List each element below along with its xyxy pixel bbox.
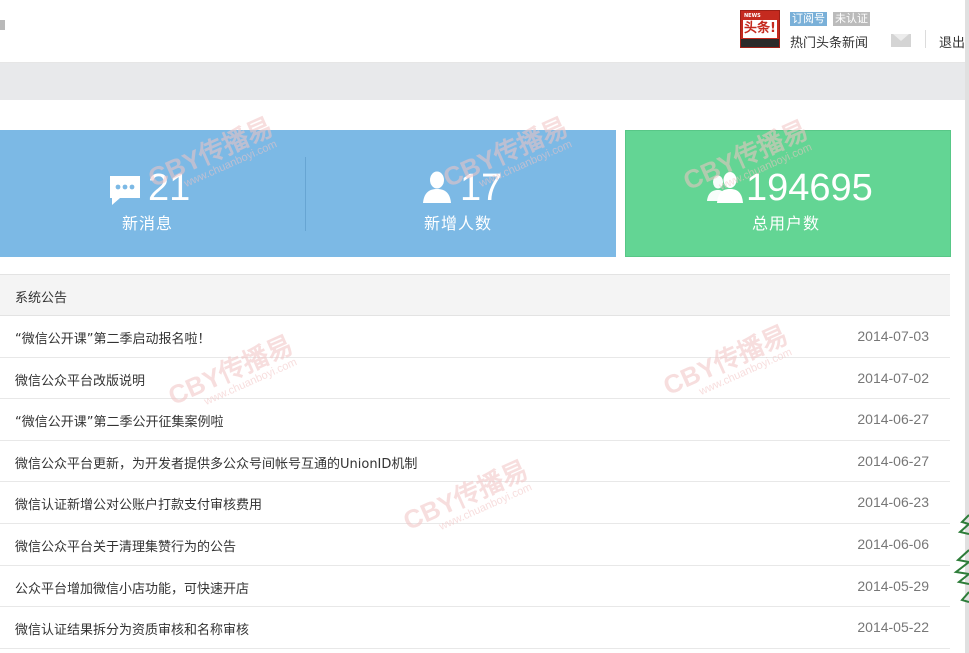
new-messages-count: 21: [148, 167, 191, 209]
notice-row[interactable]: 微信认证结果拆分为资质审核和名称审核 2014-05-22: [0, 607, 950, 649]
notice-title[interactable]: 微信认证结果拆分为资质审核和名称审核: [15, 619, 249, 638]
pine-branch-decoration: [953, 514, 969, 603]
stat-total-users[interactable]: 194695 总用户数: [706, 168, 906, 238]
total-users-label: 总用户数: [752, 214, 821, 233]
divider: [925, 30, 926, 48]
notice-date: 2014-06-27: [857, 411, 929, 428]
notice-list: “微信公开课”第二季启动报名啦！ 2014-07-03 微信公众平台改版说明 2…: [0, 316, 950, 649]
notice-row[interactable]: “微信公开课”第二季公开征集案例啦 2014-06-27: [0, 399, 950, 441]
stat-new-users[interactable]: 17 新增人数: [420, 168, 540, 238]
notice-date: 2014-06-23: [857, 494, 929, 511]
notice-row[interactable]: 微信公众平台改版说明 2014-07-02: [0, 358, 950, 400]
subscription-badge: 订阅号: [790, 12, 827, 26]
page-header-band: [0, 63, 965, 100]
notice-date: 2014-07-02: [857, 369, 929, 386]
notice-title[interactable]: 微信认证新增公对公账户打款支付审核费用: [15, 494, 262, 513]
verification-badge[interactable]: 未认证: [833, 12, 870, 26]
notice-date: 2014-05-22: [857, 619, 929, 636]
notice-row[interactable]: 公众平台增加微信小店功能，可快速开店 2014-05-29: [0, 566, 950, 608]
avatar-footer-strip: [741, 39, 779, 47]
notice-title[interactable]: “微信公开课”第二季启动报名啦！: [15, 328, 210, 347]
avatar-main-text: 头条!: [743, 20, 777, 38]
notice-row[interactable]: 微信认证新增公对公账户打款支付审核费用 2014-06-23: [0, 482, 950, 524]
notice-date: 2014-06-06: [857, 535, 929, 552]
mail-icon[interactable]: [891, 34, 911, 47]
logout-link[interactable]: 退出: [939, 32, 965, 51]
total-users-count: 194695: [746, 167, 873, 209]
account-avatar[interactable]: NEWS 头条!: [740, 10, 780, 48]
notice-row[interactable]: 微信公众平台更新，为开发者提供多公众号间帐号互通的UnionID机制 2014-…: [0, 441, 950, 483]
notice-title[interactable]: 微信公众平台改版说明: [15, 370, 145, 389]
system-notice-title: 系统公告: [15, 291, 68, 306]
stat-new-messages[interactable]: 21 新消息: [108, 168, 228, 238]
message-bubble-icon: [110, 176, 140, 205]
user-icon: [423, 171, 451, 203]
new-users-count: 17: [460, 167, 503, 209]
notice-title[interactable]: 公众平台增加微信小店功能，可快速开店: [15, 578, 249, 597]
notice-title[interactable]: 微信公众平台关于清理集赞行为的公告: [15, 536, 236, 555]
stats-divider: [305, 157, 306, 231]
notice-row[interactable]: “微信公开课”第二季启动报名啦！ 2014-07-03: [0, 316, 950, 358]
avatar-top-text: NEWS: [744, 13, 761, 19]
notice-title[interactable]: “微信公开课”第二季公开征集案例啦: [15, 411, 223, 430]
new-messages-label: 新消息: [122, 214, 174, 233]
notice-date: 2014-06-27: [857, 452, 929, 469]
notice-date: 2014-05-29: [857, 577, 929, 594]
account-name[interactable]: 热门头条新闻: [790, 32, 868, 51]
notice-date: 2014-07-03: [857, 328, 929, 344]
top-bar: NEWS 头条! 订阅号 未认证 热门头条新闻 退出: [0, 0, 969, 63]
collapse-arrow-icon[interactable]: [0, 20, 5, 30]
notice-title[interactable]: 微信公众平台更新，为开发者提供多公众号间帐号互通的UnionID机制: [15, 453, 417, 472]
users-group-icon: [707, 172, 743, 203]
new-users-label: 新增人数: [424, 214, 493, 233]
system-notice-header: 系统公告: [0, 274, 950, 316]
notice-row[interactable]: 微信公众平台关于清理集赞行为的公告 2014-06-06: [0, 524, 950, 566]
